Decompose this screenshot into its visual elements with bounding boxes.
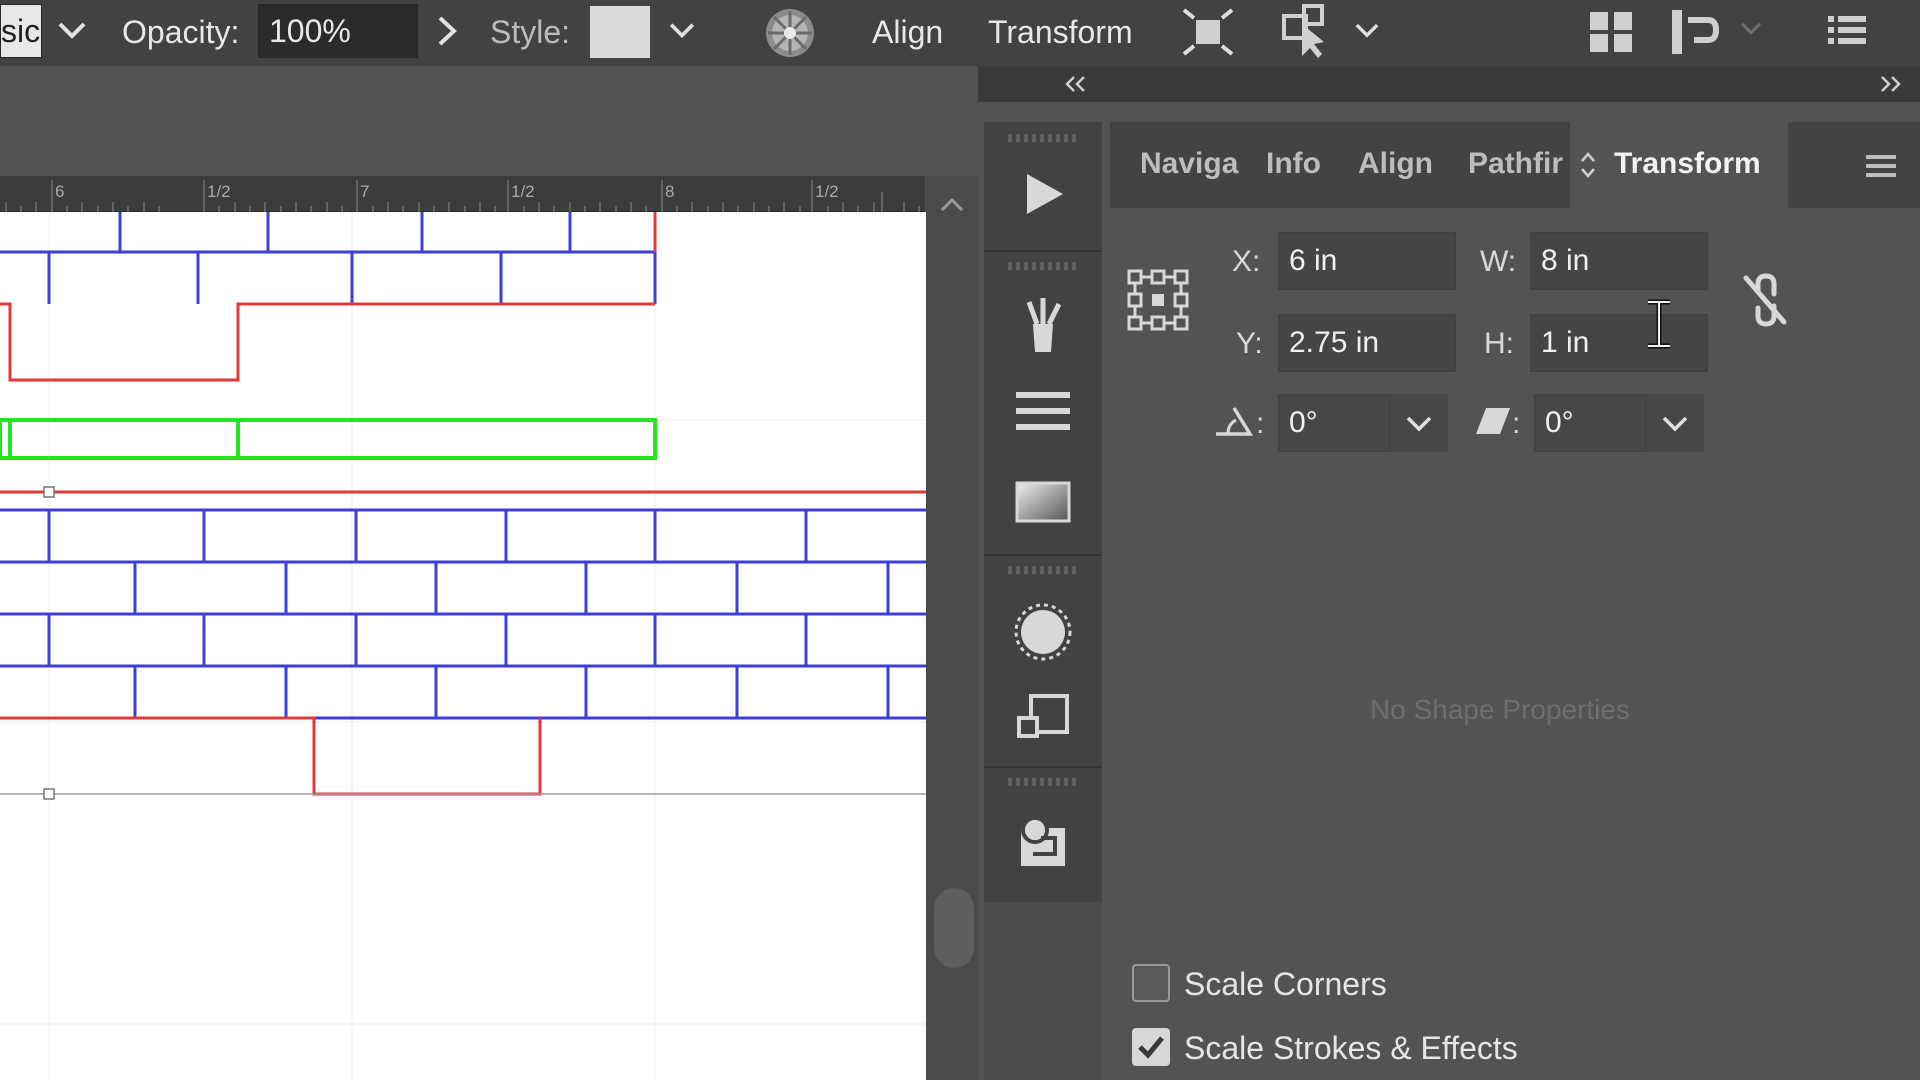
recolor-artwork-icon[interactable] <box>762 5 818 61</box>
actions-play-icon[interactable] <box>984 170 1102 218</box>
tab-navigator[interactable]: Naviga <box>1140 144 1238 184</box>
no-shape-properties-text: No Shape Properties <box>1370 694 1630 725</box>
ruler-tick-label: 1/2 <box>207 182 231 201</box>
arrange-documents-icon[interactable] <box>1588 10 1634 54</box>
icon-strip-empty <box>984 902 1102 1080</box>
constrain-proportions-icon[interactable] <box>1736 272 1792 328</box>
reference-point-icon[interactable] <box>1126 268 1190 332</box>
control-bar: sic Opacity: 100% Style: Align Transform <box>0 0 1920 66</box>
shear-input[interactable]: 0° <box>1534 394 1646 452</box>
opacity-label: Opacity: <box>122 14 240 50</box>
w-input[interactable]: 8 in <box>1530 232 1708 290</box>
scale-strokes-checkbox[interactable] <box>1132 1028 1170 1066</box>
align-link[interactable]: Align <box>872 12 943 52</box>
angle-colon: : <box>1256 407 1265 440</box>
checkmark-icon <box>1138 1036 1164 1059</box>
text-cursor-icon <box>1648 299 1670 349</box>
isolate-group-icon[interactable] <box>1180 6 1236 58</box>
grip-handle[interactable] <box>1008 262 1078 270</box>
chevron-down-icon[interactable] <box>1350 16 1384 46</box>
x-value: 6 in <box>1289 244 1338 277</box>
chevron-down-icon <box>1406 416 1432 432</box>
chevron-down-icon[interactable] <box>1736 16 1766 42</box>
w-label: W: <box>1480 245 1517 278</box>
brushes-icon[interactable] <box>984 294 1102 354</box>
y-input[interactable]: 2.75 in <box>1278 314 1456 372</box>
panel-icon-strip <box>984 122 1102 902</box>
style-label: Style: <box>490 14 571 50</box>
shear-icon <box>1476 408 1510 434</box>
w-value: 8 in <box>1541 244 1590 277</box>
x-label: X: <box>1232 245 1261 278</box>
workspace-switcher-icon[interactable] <box>1668 8 1720 56</box>
collapse-left-icon[interactable] <box>1060 72 1090 96</box>
chevron-down-icon[interactable] <box>664 16 700 46</box>
expand-right-icon[interactable] <box>1876 72 1906 96</box>
ruler-tick-label: 7 <box>360 182 370 201</box>
artboard[interactable] <box>0 212 926 1080</box>
stroke-icon[interactable] <box>984 390 1102 434</box>
rotate-input[interactable]: 0° <box>1278 394 1390 452</box>
y-label: Y: <box>1236 327 1263 360</box>
transform-link[interactable]: Transform <box>988 12 1133 52</box>
tab-pathfinder[interactable]: Pathfir <box>1468 144 1563 184</box>
style-swatch[interactable] <box>590 6 650 58</box>
shear-colon: : <box>1512 407 1521 440</box>
rotate-angle-icon <box>1216 407 1254 436</box>
tab-align[interactable]: Align <box>1358 144 1433 184</box>
divider <box>984 554 1102 556</box>
select-similar-icon[interactable] <box>1278 2 1338 60</box>
tab-transform[interactable]: Transform <box>1614 144 1761 184</box>
transform-panel-icon[interactable] <box>984 692 1102 748</box>
ruler-tick-label: 8 <box>665 182 675 201</box>
rotate-dropdown[interactable] <box>1390 394 1448 452</box>
scrollbar-thumb[interactable] <box>934 888 974 968</box>
scale-corners-label: Scale Corners <box>1184 966 1387 1002</box>
divider <box>984 250 1102 252</box>
angle-value: 0° <box>1289 406 1318 439</box>
ruler-tick-label: 6 <box>55 182 65 201</box>
chevron-down-icon <box>1662 416 1688 432</box>
grip-handle[interactable] <box>1008 566 1078 574</box>
divider <box>984 766 1102 768</box>
graphic-style-basic-field[interactable]: sic <box>0 4 42 58</box>
shear-value: 0° <box>1545 406 1574 439</box>
ruler-tick-label: 1/2 <box>511 182 535 201</box>
shear-dropdown[interactable] <box>1646 394 1704 452</box>
y-value: 2.75 in <box>1289 326 1380 359</box>
h-label: H: <box>1484 327 1514 360</box>
panel-menu-icon[interactable] <box>1864 152 1898 180</box>
dock-header <box>978 66 1920 102</box>
list-menu-icon[interactable] <box>1826 10 1868 50</box>
ruler-tick-label: 1/2 <box>815 182 839 201</box>
h-input[interactable]: 1 in <box>1530 314 1708 372</box>
grip-handle[interactable] <box>1008 134 1078 142</box>
scale-strokes-label: Scale Strokes & Effects <box>1184 1030 1518 1066</box>
chevron-down-icon[interactable] <box>52 16 92 46</box>
tab-info[interactable]: Info <box>1266 144 1321 184</box>
scale-corners-checkbox[interactable] <box>1132 964 1170 1002</box>
appearance-circle-icon[interactable] <box>984 602 1102 662</box>
scroll-up-icon[interactable] <box>926 184 978 224</box>
x-input[interactable]: 6 in <box>1278 232 1456 290</box>
pathfinder-shape-icon[interactable] <box>984 814 1102 870</box>
opacity-value: 100% <box>269 13 351 49</box>
horizontal-ruler: 6 1/2 7 1/2 8 1/2 <box>0 176 925 212</box>
artwork[interactable] <box>0 212 926 1080</box>
tab-sort-icon[interactable] <box>1578 150 1598 180</box>
gradient-icon[interactable] <box>984 480 1102 524</box>
opacity-input[interactable]: 100% <box>258 4 418 58</box>
h-value: 1 in <box>1541 326 1590 359</box>
basic-label: sic <box>1 13 41 49</box>
chevron-right-icon[interactable] <box>432 14 462 48</box>
grip-handle[interactable] <box>1008 778 1078 786</box>
